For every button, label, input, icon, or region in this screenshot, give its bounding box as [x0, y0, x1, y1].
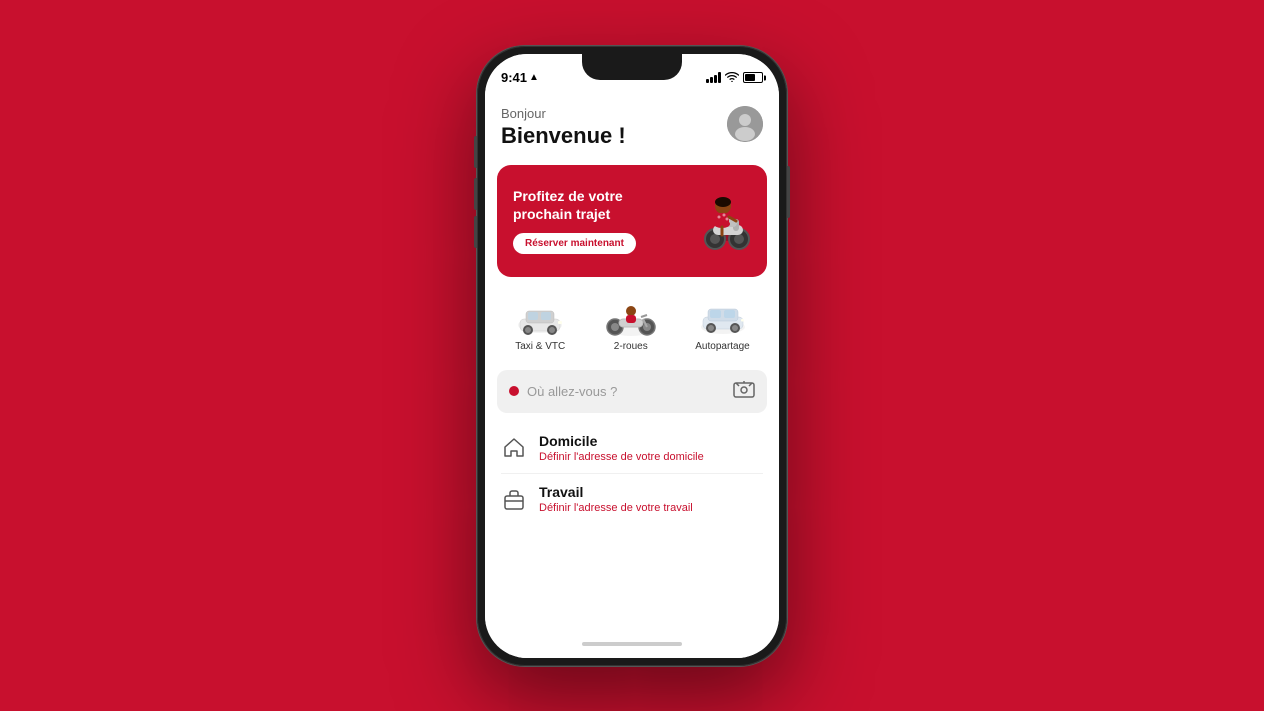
app-content: Bonjour Bienvenue ! Profitez de v: [485, 94, 779, 630]
greeting-text: Bonjour: [501, 106, 626, 121]
home-name: Domicile: [539, 433, 704, 449]
search-dot-icon: [509, 386, 519, 396]
home-info: Domicile Définir l'adresse de votre domi…: [539, 433, 704, 463]
location-items: Domicile Définir l'adresse de votre domi…: [485, 419, 779, 528]
avatar[interactable]: [727, 106, 763, 142]
carshare-icon-box: [697, 297, 749, 337]
service-moto-label: 2-roues: [614, 341, 648, 352]
work-icon: [501, 486, 527, 512]
service-taxi-label: Taxi & VTC: [515, 341, 565, 352]
reserve-button[interactable]: Réserver maintenant: [513, 233, 636, 254]
promo-title: Profitez de votre prochain trajet: [513, 187, 671, 223]
home-sub: Définir l'adresse de votre domicile: [539, 451, 704, 463]
phone-device: 9:41 ▲: [477, 46, 787, 666]
map-icon: [733, 380, 755, 403]
background: 9:41 ▲: [0, 0, 1264, 711]
service-autopartage[interactable]: Autopartage: [695, 297, 750, 352]
signal-icon: [706, 72, 721, 83]
header-text: Bonjour Bienvenue !: [501, 106, 626, 149]
work-info: Travail Définir l'adresse de votre trava…: [539, 484, 693, 514]
taxi-icon-box: [514, 297, 566, 337]
service-moto[interactable]: 2-roues: [605, 297, 657, 352]
app-header: Bonjour Bienvenue !: [485, 94, 779, 157]
phone-screen: 9:41 ▲: [485, 54, 779, 658]
promo-illustration: [671, 181, 751, 261]
home-indicator: [485, 630, 779, 658]
work-name: Travail: [539, 484, 693, 500]
location-work[interactable]: Travail Définir l'adresse de votre trava…: [485, 474, 779, 524]
battery-icon: [743, 72, 763, 83]
status-bar: 9:41 ▲: [485, 54, 779, 94]
location-arrow-icon: ▲: [529, 72, 539, 83]
service-taxi[interactable]: Taxi & VTC: [514, 297, 566, 352]
promo-text-block: Profitez de votre prochain trajet Réserv…: [513, 187, 671, 254]
work-sub: Définir l'adresse de votre travail: [539, 502, 693, 514]
moto-icon-box: [605, 297, 657, 337]
notch: [582, 54, 682, 80]
search-section: Où allez-vous ?: [485, 364, 779, 419]
service-carshare-label: Autopartage: [695, 341, 750, 352]
home-icon: [501, 435, 527, 461]
location-home[interactable]: Domicile Définir l'adresse de votre domi…: [485, 423, 779, 473]
services-row: Taxi & VTC: [485, 285, 779, 364]
status-icons: [706, 71, 763, 85]
search-bar[interactable]: Où allez-vous ?: [497, 370, 767, 413]
welcome-text: Bienvenue !: [501, 123, 626, 149]
home-bar: [582, 642, 682, 646]
promo-card: Profitez de votre prochain trajet Réserv…: [497, 165, 767, 277]
search-placeholder: Où allez-vous ?: [527, 384, 725, 399]
status-time: 9:41 ▲: [501, 70, 539, 85]
wifi-icon: [725, 71, 739, 85]
